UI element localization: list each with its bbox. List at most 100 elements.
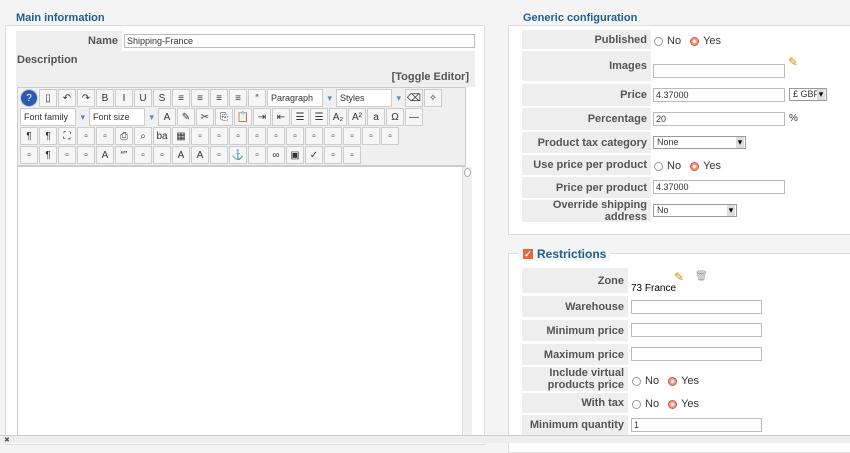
insert-row-icon[interactable]: ▫ [248,127,266,145]
ins-icon[interactable]: A [191,146,209,164]
page-break-icon[interactable]: ▫ [77,146,95,164]
italic-icon[interactable]: I [115,89,133,107]
replace-icon[interactable]: ba [153,127,171,145]
help-icon[interactable]: ? [20,89,38,107]
anchor-icon[interactable]: ⚓ [229,146,247,164]
row-before-icon[interactable]: ▫ [210,127,228,145]
with-tax-no-radio[interactable] [632,399,641,409]
acronym-icon[interactable]: ▫ [153,146,171,164]
toggle-editor-link[interactable]: [Toggle Editor] [392,71,469,83]
include-virtual-yes-radio[interactable] [668,376,678,386]
font-size-select[interactable]: Font size [89,108,154,126]
subscript-icon[interactable]: A₂ [329,108,347,126]
highlight-icon[interactable]: ✎ [177,108,195,126]
use-price-yes-radio[interactable] [690,161,700,171]
ltr-icon[interactable]: ¶ [20,127,38,145]
template-icon[interactable]: ▫ [58,146,76,164]
editor-content-area[interactable] [17,166,466,436]
table-icon[interactable]: ▦ [172,127,190,145]
published-no-radio[interactable] [654,36,663,46]
price-input[interactable]: 4.37000 [653,88,785,102]
paste-text-icon[interactable]: ▫ [96,127,114,145]
styles-select[interactable]: Styles [336,89,401,107]
format-select[interactable]: Paragraph [267,89,332,107]
styleprops-icon[interactable]: A [96,146,114,164]
blockquote-icon[interactable]: “ [248,89,266,107]
col-before-icon[interactable]: ▫ [305,127,323,145]
merge-cells-icon[interactable]: ▫ [362,127,380,145]
style-icon[interactable]: a [367,108,385,126]
percentage-input[interactable]: 20 [653,112,785,126]
delete-row-icon[interactable]: ▫ [286,127,304,145]
override-shipping-address-select[interactable]: No [653,204,737,217]
horizontal-rule-icon[interactable]: — [405,108,423,126]
delete-zone-icon[interactable]: 🗑 [695,271,708,282]
delete-col-icon[interactable]: ▫ [343,127,361,145]
images-input[interactable] [653,64,785,78]
price-per-product-input[interactable]: 4.37000 [653,180,785,194]
show-blocks-icon[interactable]: ¶ [39,146,57,164]
align-left-icon[interactable]: ≡ [210,89,228,107]
cut-icon[interactable]: ✂ [196,108,214,126]
text-color-icon[interactable]: A [158,108,176,126]
paste-word-icon[interactable]: ▫ [77,127,95,145]
copy-icon[interactable]: ⎘ [215,108,233,126]
use-price-no-radio[interactable] [654,161,663,171]
name-input[interactable]: Shipping-France [124,34,475,48]
insert-col-icon[interactable]: ▫ [267,127,285,145]
editor-scrollbar[interactable] [462,167,472,435]
cite-icon[interactable]: “” [115,146,133,164]
edit-zone-icon[interactable]: ✎ [674,270,684,284]
nonbreaking-icon[interactable]: ▫ [324,146,342,164]
undo-icon[interactable]: ↶ [58,89,76,107]
spellcheck-icon[interactable]: ✓ [305,146,323,164]
abbr-icon[interactable]: ▫ [134,146,152,164]
rtl-icon[interactable]: ¶ [39,127,57,145]
split-cells-icon[interactable]: ▫ [381,127,399,145]
strikethrough-icon[interactable]: S [153,89,171,107]
font-family-select[interactable]: Font family [20,108,85,126]
outdent-icon[interactable]: ⇤ [272,108,290,126]
edit-image-icon[interactable]: ✎ [788,55,798,69]
del-icon[interactable]: A [172,146,190,164]
superscript-icon[interactable]: A² [348,108,366,126]
image-icon[interactable]: ▣ [286,146,304,164]
with-tax-yes-radio[interactable] [668,399,678,409]
published-yes-label: Yes [703,35,722,47]
percentage-unit: % [789,113,798,124]
cleanup-icon[interactable]: ✧ [424,89,442,107]
link-icon[interactable]: ∞ [267,146,285,164]
eraser-icon[interactable]: ⌫ [405,89,423,107]
row-after-icon[interactable]: ▫ [229,127,247,145]
maximum-price-input[interactable] [631,347,762,361]
underline-icon[interactable]: U [134,89,152,107]
find-icon[interactable]: ⌕ [134,127,152,145]
align-justify-icon[interactable]: ≡ [172,89,190,107]
bullet-list-icon[interactable]: ☰ [310,108,328,126]
published-label: Published [522,30,651,49]
indent-icon[interactable]: ⇥ [253,108,271,126]
paste-icon[interactable]: 📋 [234,108,252,126]
new-document-icon[interactable]: ▯ [39,89,57,107]
bold-icon[interactable]: B [96,89,114,107]
unlink-icon[interactable]: ▫ [248,146,266,164]
align-right-icon[interactable]: ≡ [229,89,247,107]
warehouse-input[interactable] [631,300,762,314]
numbered-list-icon[interactable]: ☰ [291,108,309,126]
minimum-price-input[interactable] [631,323,762,337]
fullscreen-icon[interactable]: ⛶ [58,127,76,145]
minimum-quantity-input[interactable]: 1 [631,418,762,432]
special-char-icon[interactable]: Ω [386,108,404,126]
visual-aid-icon[interactable]: ▫ [20,146,38,164]
product-tax-category-select[interactable]: None [653,136,746,149]
attributes-icon[interactable]: ▫ [210,146,228,164]
redo-icon[interactable]: ↷ [77,89,95,107]
col-after-icon[interactable]: ▫ [324,127,342,145]
published-yes-radio[interactable] [690,36,700,46]
layer-icon[interactable]: ▫ [343,146,361,164]
align-center-icon[interactable]: ≡ [191,89,209,107]
delete-table-icon[interactable]: ▫ [191,127,209,145]
print-icon[interactable]: ⎙ [115,127,133,145]
include-virtual-no-radio[interactable] [632,376,641,386]
currency-select[interactable]: £ GBP [789,88,827,101]
